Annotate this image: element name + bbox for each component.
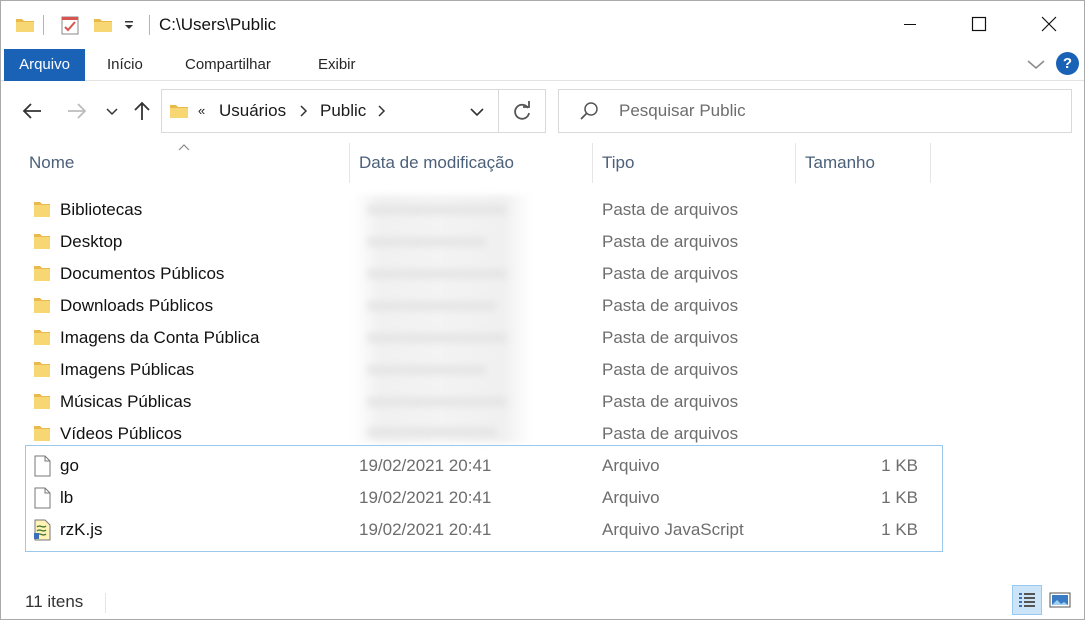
- arrow-left-icon: [22, 103, 41, 119]
- folder-icon[interactable]: [15, 13, 35, 37]
- item-count: 11 itens: [25, 592, 84, 611]
- refresh-button[interactable]: [510, 100, 534, 124]
- tab-exibir[interactable]: Exibir: [318, 49, 356, 81]
- chevron-down-icon: [470, 108, 484, 117]
- arrow-right-icon: [68, 103, 87, 119]
- folder-icon: [32, 391, 52, 411]
- column-header-type[interactable]: Tipo: [602, 143, 792, 183]
- divider: [498, 90, 499, 132]
- file-type: Pasta de arquivos: [602, 328, 739, 347]
- folder-icon: [32, 327, 52, 347]
- column-divider[interactable]: [930, 143, 931, 183]
- up-button[interactable]: [128, 97, 156, 125]
- folder-icon: [32, 231, 52, 251]
- file-name: Downloads Públicos: [60, 296, 214, 315]
- address-history-button[interactable]: [466, 101, 488, 123]
- maximize-button[interactable]: [956, 1, 1002, 47]
- title-bar: C:\Users\Public: [1, 1, 1084, 47]
- column-header-name[interactable]: Nome: [29, 143, 347, 183]
- file-type: Pasta de arquivos: [602, 200, 739, 219]
- forward-button[interactable]: [63, 97, 91, 125]
- maximize-icon: [971, 16, 987, 32]
- expand-ribbon-button[interactable]: [1025, 53, 1047, 75]
- file-type: Pasta de arquivos: [602, 264, 739, 283]
- file-type: Pasta de arquivos: [602, 296, 739, 315]
- file-type: Pasta de arquivos: [602, 424, 739, 443]
- details-view-button[interactable]: [1012, 585, 1042, 615]
- selection-rectangle: [25, 445, 943, 552]
- breadcrumb-separator-icon[interactable]: [298, 103, 310, 124]
- file-name: Imagens Públicas: [60, 360, 195, 379]
- close-icon: [1041, 16, 1057, 32]
- breadcrumb-usuarios[interactable]: Usuários: [219, 101, 286, 121]
- file-name: Músicas Públicas: [60, 392, 192, 411]
- large-icons-view-button[interactable]: [1045, 585, 1075, 615]
- file-name: Desktop: [60, 232, 123, 251]
- divider: [105, 593, 106, 613]
- file-type: Pasta de arquivos: [602, 232, 739, 251]
- file-name: Bibliotecas: [60, 200, 143, 219]
- chevron-down-icon: [106, 108, 118, 116]
- divider: [43, 15, 44, 35]
- minimize-button[interactable]: [887, 1, 933, 47]
- file-name: Documentos Públicos: [60, 264, 225, 283]
- folder-icon: [32, 423, 52, 443]
- minimize-icon: [904, 24, 916, 25]
- folder-icon: [32, 199, 52, 219]
- back-button[interactable]: [18, 97, 46, 125]
- column-divider[interactable]: [349, 143, 350, 183]
- file-type: Pasta de arquivos: [602, 360, 739, 379]
- large-icons-view-icon: [1049, 592, 1071, 608]
- properties-icon[interactable]: [59, 13, 81, 37]
- help-button[interactable]: ?: [1056, 52, 1079, 75]
- column-divider[interactable]: [592, 143, 593, 183]
- column-divider[interactable]: [795, 143, 796, 183]
- divider: [149, 15, 150, 35]
- close-button[interactable]: [1026, 1, 1072, 47]
- address-bar[interactable]: « Usuários Public: [161, 89, 546, 133]
- arrow-up-icon: [134, 101, 150, 120]
- breadcrumb-separator-icon[interactable]: [376, 103, 388, 124]
- folder-icon: [169, 101, 189, 126]
- details-view-icon: [1019, 593, 1035, 607]
- search-icon: [579, 101, 599, 126]
- breadcrumb-overflow[interactable]: «: [198, 103, 205, 118]
- new-folder-icon[interactable]: [93, 13, 113, 37]
- search-input[interactable]: [619, 100, 1059, 122]
- refresh-icon: [514, 101, 530, 120]
- file-explorer-window: C:\Users\Public Arquivo Início Compartil…: [0, 0, 1085, 620]
- customize-toolbar-icon[interactable]: [122, 13, 136, 37]
- file-type: Pasta de arquivos: [602, 392, 739, 411]
- folder-icon: [32, 295, 52, 315]
- recent-locations-button[interactable]: [98, 97, 126, 125]
- chevron-down-icon: [1027, 60, 1045, 69]
- folder-icon: [32, 263, 52, 283]
- file-name: Vídeos Públicos: [60, 424, 182, 443]
- file-name: Imagens da Conta Pública: [60, 328, 260, 347]
- tab-arquivo[interactable]: Arquivo: [4, 49, 85, 81]
- search-box[interactable]: [558, 89, 1072, 133]
- column-header-date[interactable]: Data de modificação: [359, 143, 589, 183]
- breadcrumb-public[interactable]: Public: [320, 101, 366, 121]
- ribbon-tabs: Arquivo Início Compartilhar Exibir ?: [1, 47, 1084, 81]
- obscured-dates: [353, 195, 531, 443]
- tab-compartilhar[interactable]: Compartilhar: [185, 49, 271, 81]
- column-header-size[interactable]: Tamanho: [805, 143, 929, 183]
- folder-icon: [32, 359, 52, 379]
- tab-inicio[interactable]: Início: [107, 49, 143, 81]
- window-title: C:\Users\Public: [159, 15, 277, 34]
